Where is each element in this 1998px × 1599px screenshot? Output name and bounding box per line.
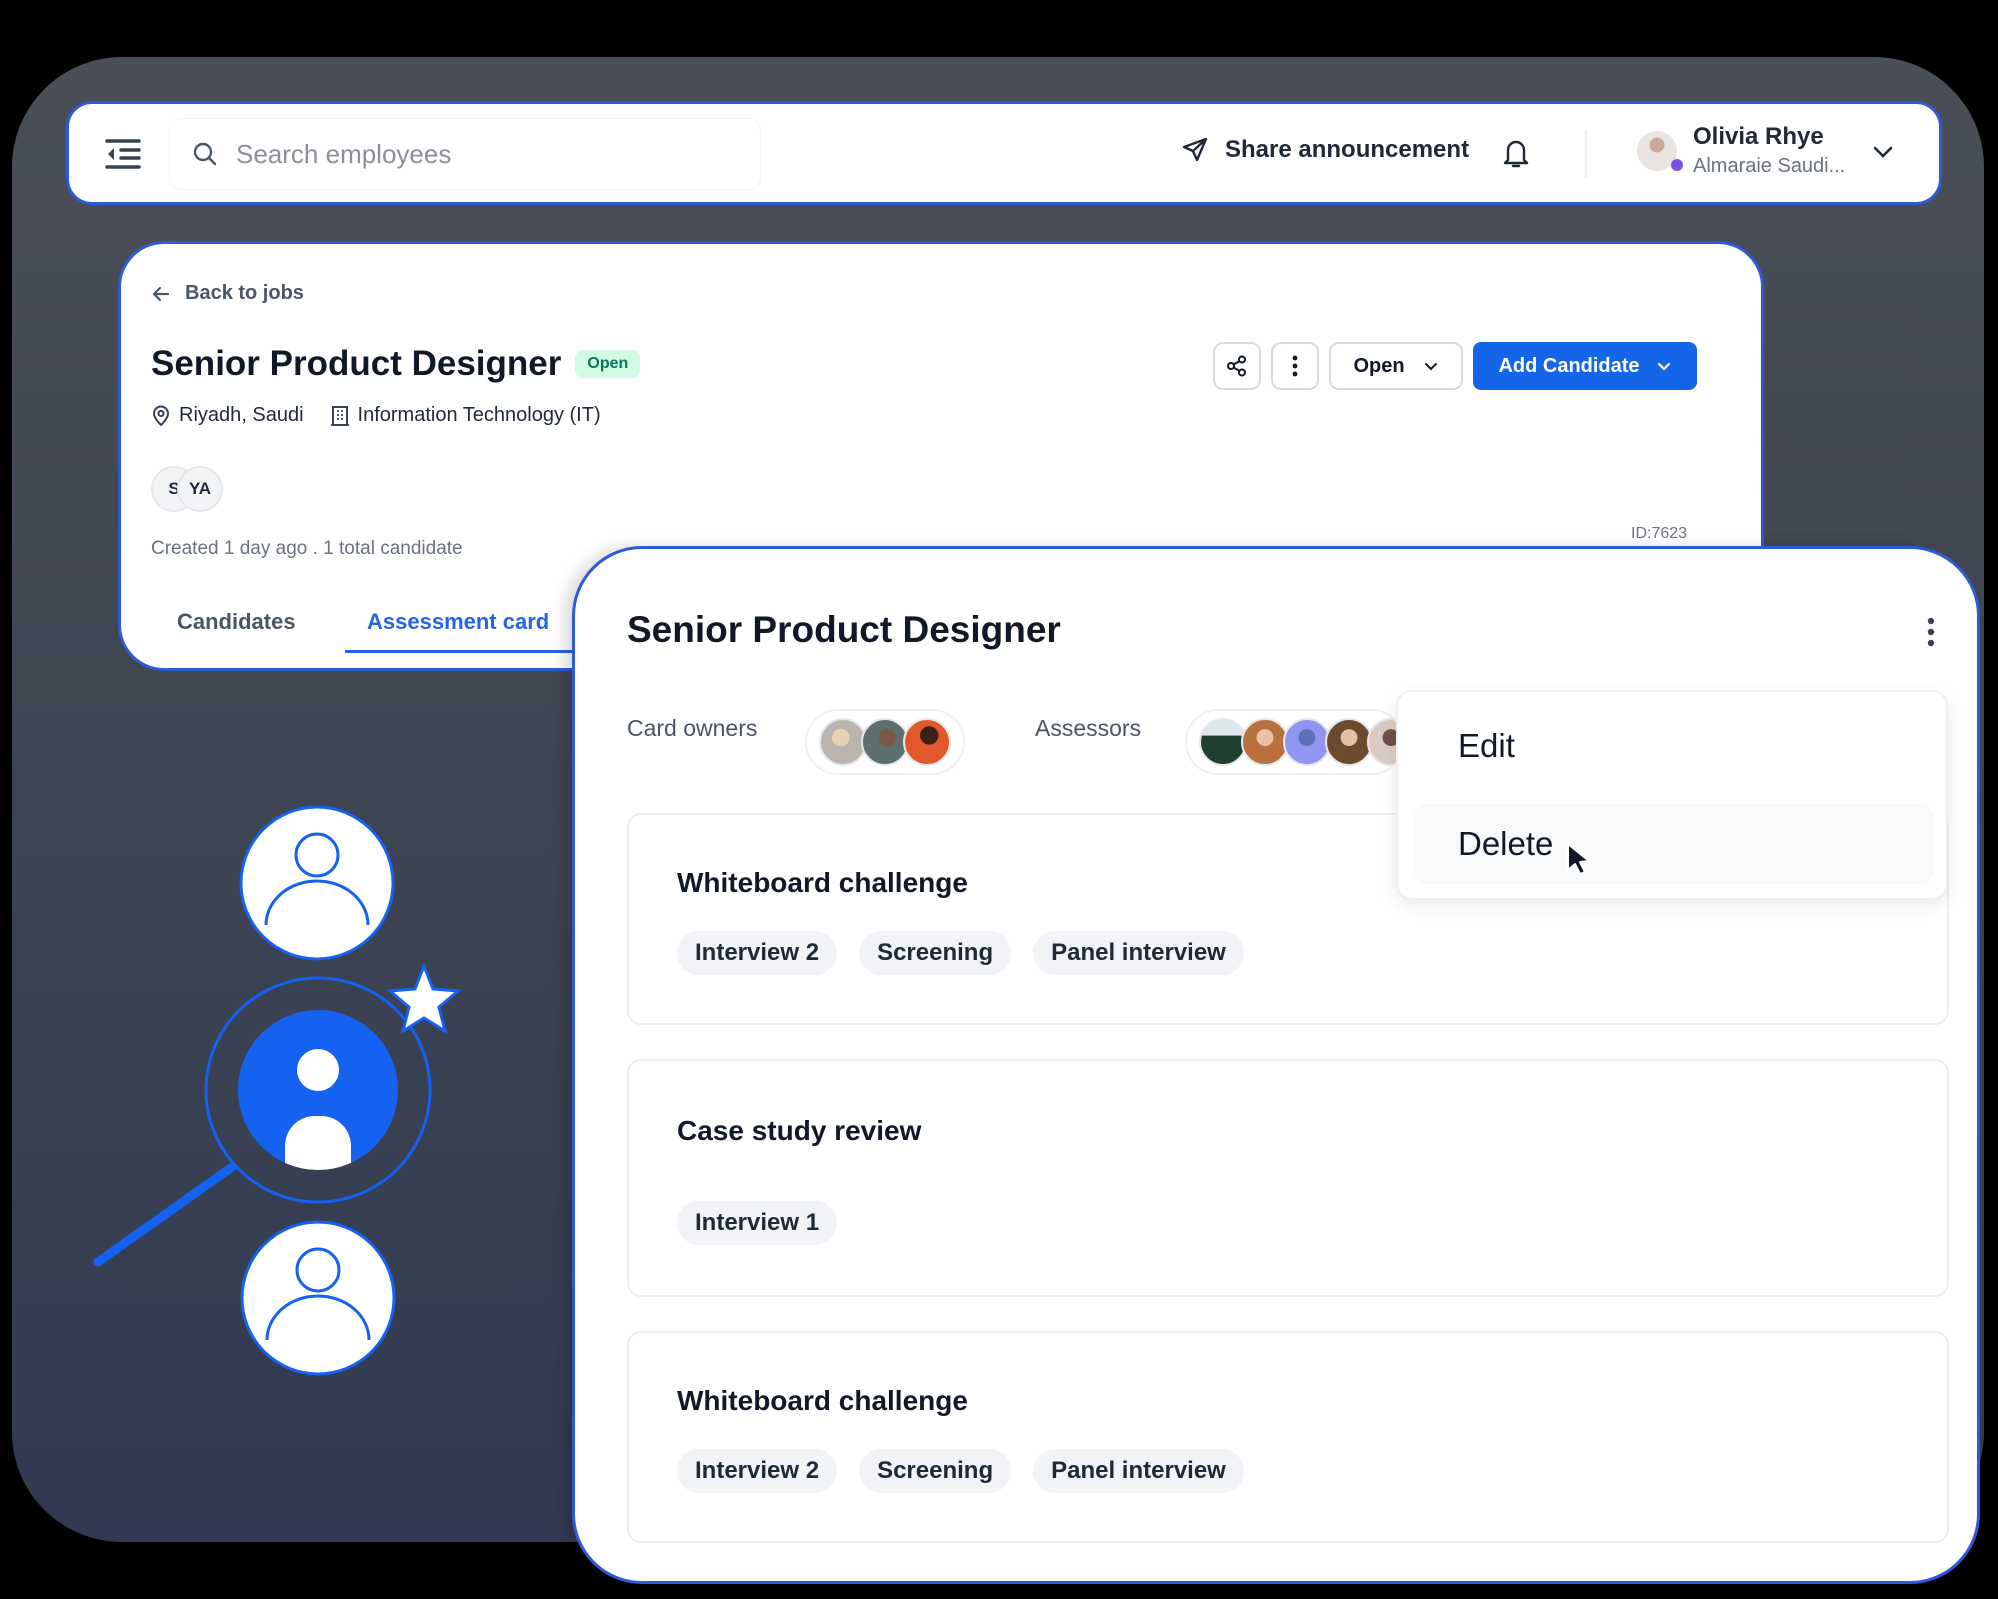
user-menu[interactable]: Olivia Rhye Almaraie Saudi... (1637, 122, 1845, 180)
building-icon (330, 405, 349, 426)
job-id: ID:7623 (1631, 525, 1688, 542)
avatar (1241, 718, 1289, 766)
top-navigation-bar: Share announcement Olivia Rhye Almaraie … (66, 101, 1942, 205)
location-text: Riyadh, Saudi (179, 404, 304, 426)
stage-tag[interactable]: Interview 2 (677, 1449, 838, 1493)
job-department: Information Technology (IT) (330, 404, 601, 427)
status-select-value: Open (1353, 354, 1405, 377)
share-button[interactable] (1213, 342, 1261, 390)
chevron-down-icon (1657, 362, 1670, 371)
step-title: Whiteboard challenge (677, 867, 968, 898)
status-select[interactable]: Open (1329, 342, 1463, 390)
stage-tag[interactable]: Panel interview (1033, 931, 1244, 975)
tab-assessment-card[interactable]: Assessment card (345, 594, 585, 653)
created-info: Created 1 day ago . 1 total candidate (151, 538, 463, 559)
sidebar-collapse-icon[interactable] (103, 134, 143, 174)
person-icon (239, 805, 395, 961)
user-avatar (1637, 131, 1683, 171)
mouse-cursor-icon (1567, 843, 1590, 875)
divider (1585, 130, 1587, 178)
send-icon (1182, 137, 1208, 162)
arrow-left-icon (152, 286, 170, 301)
add-candidate-label: Add Candidate (1498, 354, 1640, 377)
assessment-step-card[interactable]: Case study review Interview 1 (627, 1059, 1949, 1297)
stage-tag[interactable]: Panel interview (1033, 1449, 1244, 1493)
avatar (819, 718, 867, 766)
share-announcement-label: Share announcement (1225, 136, 1470, 163)
job-actions: Open Add Candidate (1213, 342, 1697, 390)
magnifier-handle (93, 1162, 237, 1267)
assessment-options-menu: Edit Delete (1396, 690, 1948, 900)
more-options-button[interactable] (1271, 342, 1319, 390)
step-title: Whiteboard challenge (677, 1385, 968, 1416)
kebab-menu-icon (1292, 355, 1298, 377)
menu-item-delete[interactable]: Delete (1414, 804, 1934, 884)
share-announcement-button[interactable]: Share announcement (1181, 136, 1469, 164)
search-input[interactable] (236, 138, 716, 170)
avatar (1199, 718, 1247, 766)
bell-icon (1503, 140, 1529, 168)
notifications-button[interactable] (1501, 136, 1531, 175)
assessors-label: Assessors (1035, 715, 1142, 741)
candidate-search-illustration (93, 805, 462, 1376)
team-members: S YA (151, 466, 223, 512)
avatar (1283, 718, 1331, 766)
avatar (903, 718, 951, 766)
back-to-jobs-label: Back to jobs (185, 282, 304, 304)
search-field[interactable] (169, 118, 761, 190)
job-location: Riyadh, Saudi (151, 404, 304, 427)
user-name: Olivia Rhye (1693, 123, 1824, 150)
person-icon (240, 1220, 396, 1376)
assessment-options-button[interactable] (1927, 617, 1935, 652)
highlighted-person-icon (238, 1010, 398, 1170)
search-icon (193, 142, 217, 166)
chevron-down-icon (1424, 363, 1437, 371)
add-candidate-button[interactable]: Add Candidate (1473, 342, 1697, 390)
avatar (1325, 718, 1373, 766)
assessors-avatars[interactable] (1185, 709, 1405, 775)
status-badge: Open (575, 350, 641, 378)
stage-tag[interactable]: Screening (859, 1449, 1012, 1493)
stage-tag[interactable]: Interview 2 (677, 931, 838, 975)
kebab-menu-icon (1927, 617, 1935, 647)
location-pin-icon (152, 405, 170, 426)
tab-candidates[interactable]: Candidates (155, 594, 318, 650)
menu-item-edit[interactable]: Edit (1414, 706, 1934, 786)
department-text: Information Technology (IT) (357, 404, 601, 426)
assessment-title: Senior Product Designer (627, 609, 1061, 650)
avatar (861, 718, 909, 766)
card-owners-label: Card owners (627, 715, 758, 741)
star-icon (386, 961, 462, 1035)
step-title: Case study review (677, 1115, 922, 1146)
stage-tag[interactable]: Interview 1 (677, 1201, 838, 1245)
back-to-jobs-link[interactable]: Back to jobs (151, 282, 304, 305)
assessment-step-card[interactable]: Whiteboard challenge Interview 2 Screeni… (627, 1331, 1949, 1543)
card-owners-avatars[interactable] (805, 709, 965, 775)
stage-tag[interactable]: Screening (859, 931, 1012, 975)
share-icon (1227, 355, 1246, 377)
chevron-down-icon[interactable] (1871, 140, 1895, 169)
member-avatar[interactable]: YA (177, 466, 223, 512)
job-title: Senior Product Designer (151, 344, 562, 383)
user-organization: Almaraie Saudi... (1693, 155, 1846, 177)
